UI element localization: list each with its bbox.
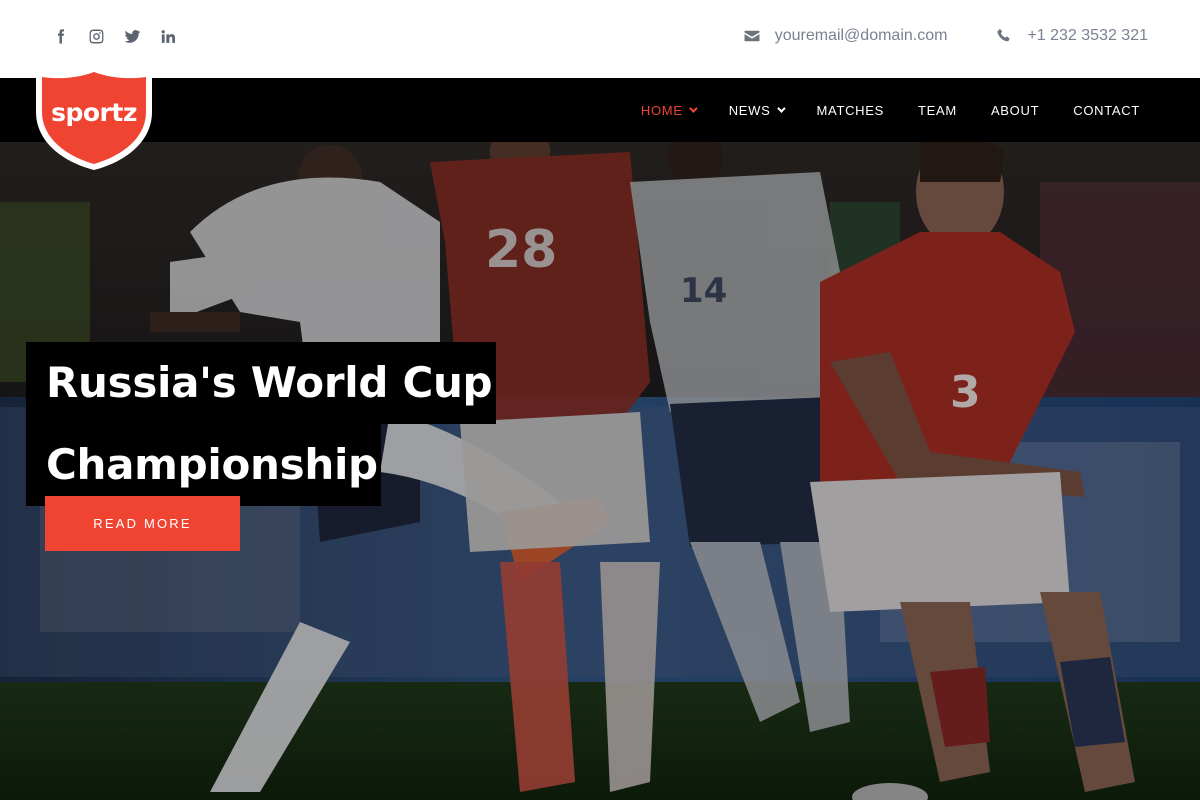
email-link[interactable]: youremail@domain.com xyxy=(775,27,948,45)
nav-menu: HOME NEWS MATCHES TEAM ABOUT CONTACT xyxy=(607,78,1140,142)
read-more-button[interactable]: READ MORE xyxy=(45,496,240,551)
twitter-icon[interactable] xyxy=(122,24,142,48)
nav-item-about[interactable]: ABOUT xyxy=(991,103,1039,118)
nav-item-team[interactable]: TEAM xyxy=(918,103,957,118)
hero-title-line-2: Championship xyxy=(26,424,381,506)
brand-logo[interactable]: sportz xyxy=(33,64,155,172)
hero-title-line-1: Russia's World Cup xyxy=(26,342,497,424)
nav-item-home[interactable]: HOME xyxy=(640,102,698,118)
hero-slider: 28 14 3 Russia's World Cup Championship … xyxy=(0,142,1200,800)
phone-link[interactable]: +1 232 3532 321 xyxy=(1027,27,1148,45)
linkedin-icon[interactable] xyxy=(158,24,178,48)
hero-title: Russia's World Cup Championship xyxy=(26,342,497,506)
top-bar: youremail@domain.com +1 232 3532 321 xyxy=(0,0,1200,78)
social-links xyxy=(50,24,178,48)
contact-info: youremail@domain.com +1 232 3532 321 xyxy=(743,27,1148,45)
brand-name: sportz xyxy=(51,98,137,127)
phone-icon xyxy=(995,27,1013,45)
facebook-icon[interactable] xyxy=(50,24,70,48)
nav-item-contact[interactable]: CONTACT xyxy=(1073,103,1140,118)
chevron-down-icon xyxy=(776,104,786,113)
instagram-icon[interactable] xyxy=(86,24,106,48)
nav-item-label: HOME xyxy=(640,102,683,118)
envelope-icon xyxy=(743,27,761,45)
main-navbar: HOME NEWS MATCHES TEAM ABOUT CONTACT xyxy=(0,78,1200,142)
nav-item-news[interactable]: NEWS xyxy=(728,102,786,118)
nav-item-label: NEWS xyxy=(728,102,771,118)
nav-item-matches[interactable]: MATCHES xyxy=(817,103,885,118)
chevron-down-icon xyxy=(688,104,698,113)
